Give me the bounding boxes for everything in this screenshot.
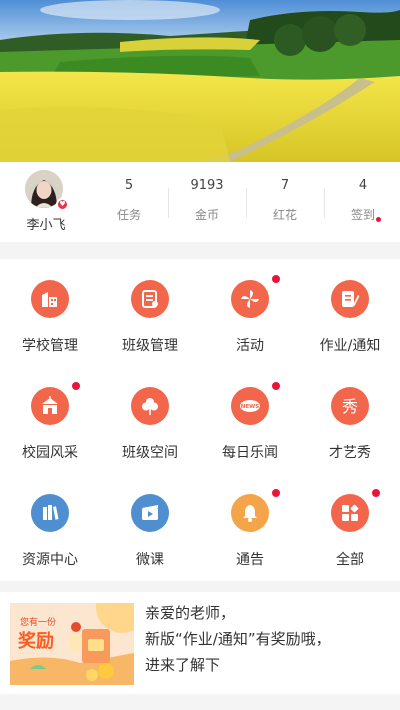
grid-item-label: 资源中心: [22, 552, 78, 568]
stat-label: 红花: [272, 208, 297, 222]
stat-label: 金币: [194, 208, 219, 222]
grid-item-activity[interactable]: 活动: [200, 259, 300, 366]
grid-item-homework-notice[interactable]: 作业/通知: [300, 259, 400, 366]
notification-dot: [372, 489, 380, 497]
notice-line: 亲爱的老师，: [145, 604, 236, 622]
notification-dot: [272, 382, 280, 390]
video-icon: [131, 494, 169, 532]
svg-text:奖励: 奖励: [18, 630, 54, 652]
bottom-spacer: [0, 694, 400, 710]
grid-item-label: 作业/通知: [319, 338, 381, 354]
notice-text: 亲爱的老师， 新版“作业/通知”有奖励哦， 进来了解下: [145, 600, 390, 678]
grid-item-label: 微课: [136, 552, 164, 568]
books-icon: [31, 494, 69, 532]
stat-label: 签到: [350, 208, 375, 222]
talent-show-icon: 秀: [331, 387, 369, 425]
stat-tasks[interactable]: 5 任务: [90, 178, 168, 223]
svg-text:您有一份: 您有一份: [20, 616, 56, 628]
stat-value: 9193: [190, 178, 224, 193]
grid-item-class-management[interactable]: 班级管理: [100, 259, 200, 366]
stat-label: 任务: [116, 208, 141, 222]
svg-text:NEWS: NEWS: [241, 404, 259, 410]
grid-item-label: 才艺秀: [329, 445, 371, 461]
grid-item-campus-style[interactable]: 校园风采: [0, 366, 100, 473]
homework-icon: [331, 280, 369, 318]
grid-item-label: 通告: [236, 552, 264, 568]
news-icon: NEWS: [231, 387, 269, 425]
avatar[interactable]: ♥: [25, 170, 69, 214]
stat-value: 7: [280, 178, 290, 193]
grid-item-micro-course[interactable]: 微课: [100, 473, 200, 580]
grid-item-label: 班级空间: [122, 445, 178, 461]
user-stats-bar: ♥ 李小飞 5 任务 9193 金币 7 红花 4 签到: [0, 162, 400, 242]
stat-value: 5: [124, 178, 134, 193]
reward-notice-card[interactable]: 您有一份 奖励 亲爱的老师， 新版“作业/通知”有奖励哦， 进来了解下: [0, 592, 400, 694]
notification-dot: [72, 382, 80, 390]
school-icon: [31, 280, 69, 318]
stat-coins[interactable]: 9193 金币: [168, 178, 246, 223]
grid-item-label: 班级管理: [122, 338, 178, 354]
checkin-notification-dot: [376, 217, 381, 222]
class-management-icon: [131, 280, 169, 318]
feature-grid: 学校管理 班级管理 活动 作业/通知 校园风采 班级空间 NEWS 每日乐闻 秀…: [0, 259, 400, 581]
grid-item-resource-center[interactable]: 资源中心: [0, 473, 100, 580]
notice-line: 新版“作业/通知”有奖励哦，: [145, 630, 331, 648]
grid-item-class-space[interactable]: 班级空间: [100, 366, 200, 473]
banner-image[interactable]: [0, 0, 400, 162]
heart-badge-icon: ♥: [56, 198, 69, 211]
grid-item-label: 活动: [236, 338, 264, 354]
clover-icon: [131, 387, 169, 425]
stat-checkin[interactable]: 4 签到: [324, 178, 400, 223]
grid-item-all[interactable]: 全部: [300, 473, 400, 580]
campus-icon: [31, 387, 69, 425]
grid-item-label: 校园风采: [22, 445, 78, 461]
grid-item-school-management[interactable]: 学校管理: [0, 259, 100, 366]
stat-flowers[interactable]: 7 红花: [246, 178, 324, 223]
bell-icon: [231, 494, 269, 532]
user-name: 李小飞: [26, 218, 66, 233]
activity-pinwheel-icon: [231, 280, 269, 318]
grid-item-talent-show[interactable]: 秀 才艺秀: [300, 366, 400, 473]
notification-dot: [272, 489, 280, 497]
grid-item-label: 每日乐闻: [222, 445, 278, 461]
notice-line: 进来了解下: [145, 656, 221, 674]
grid-item-announcement[interactable]: 通告: [200, 473, 300, 580]
svg-text:秀: 秀: [342, 397, 358, 416]
promo-image: 您有一份 奖励: [10, 603, 134, 685]
grid-item-label: 学校管理: [22, 338, 78, 354]
grid-item-daily-news[interactable]: NEWS 每日乐闻: [200, 366, 300, 473]
all-apps-icon: [331, 494, 369, 532]
stat-value: 4: [358, 178, 368, 193]
notification-dot: [272, 275, 280, 283]
grid-item-label: 全部: [336, 552, 364, 568]
